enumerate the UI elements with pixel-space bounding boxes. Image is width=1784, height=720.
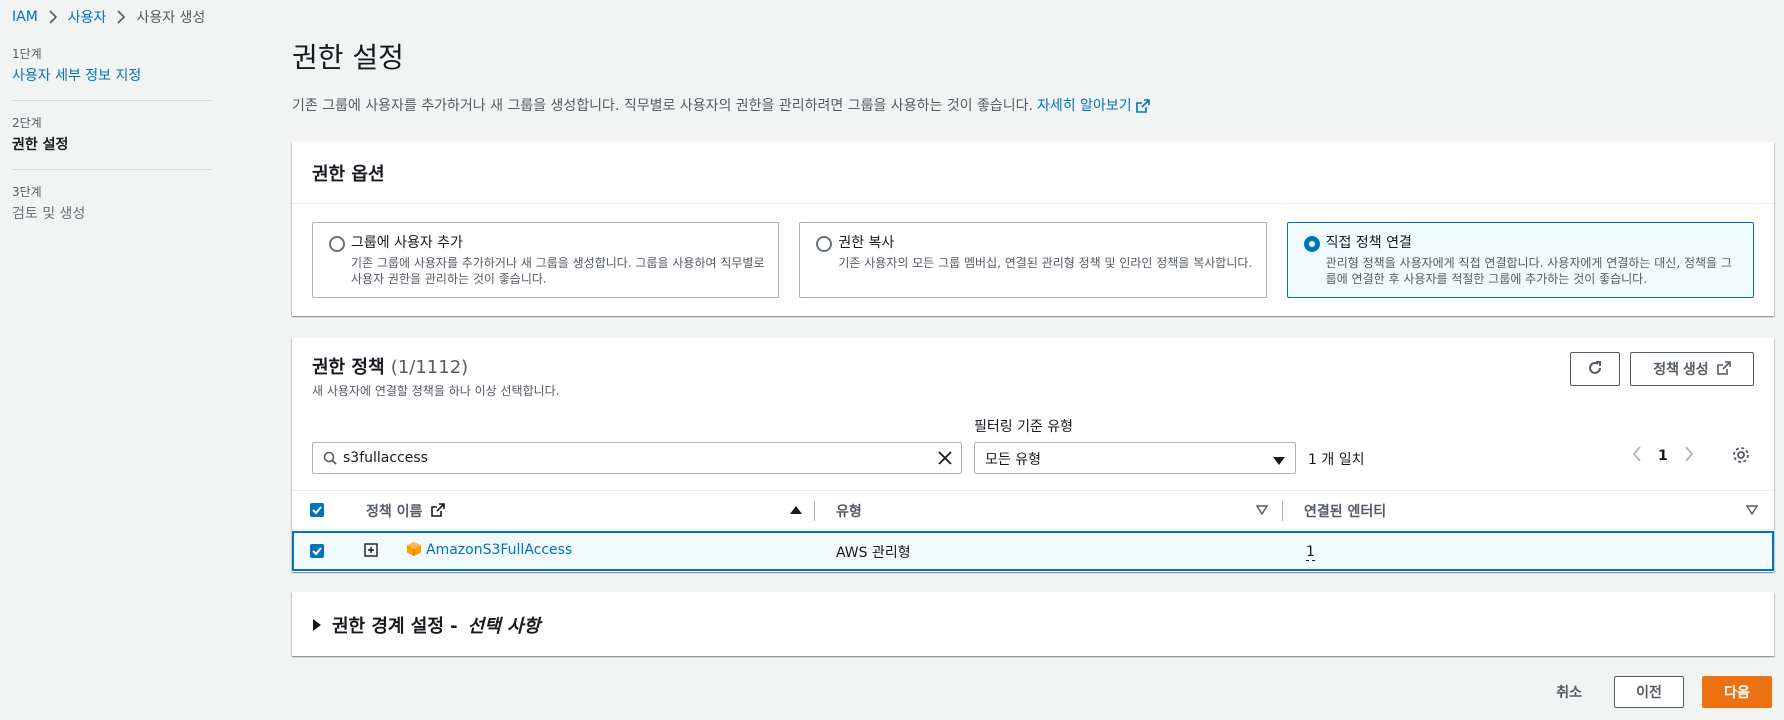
external-link-icon <box>1716 360 1731 378</box>
select-all-checkbox[interactable] <box>310 503 324 517</box>
previous-page-icon[interactable] <box>1632 446 1642 466</box>
filter-type-select[interactable]: 모든 유형 <box>974 442 1296 474</box>
page-title: 권한 설정 <box>292 41 404 74</box>
step-number: 2단계 <box>12 116 42 130</box>
search-icon <box>323 451 337 469</box>
table-row[interactable]: AmazonS3FullAccess AWS 관리형 1 <box>292 531 1774 571</box>
permission-options-panel: 권한 옵션 그룹에 사용자 추가 기존 그룹에 사용자를 추가하거나 새 그룹을… <box>292 142 1774 316</box>
aws-managed-policy-icon <box>406 541 422 561</box>
create-policy-label: 정책 생성 <box>1653 361 1709 377</box>
page-header: 권한 설정 기존 그룹에 사용자를 추가하거나 새 그룹을 생성합니다. 직무별… <box>292 40 1774 116</box>
refresh-icon <box>1587 360 1603 379</box>
column-header-type[interactable]: 유형 <box>836 501 862 521</box>
caret-down-icon <box>1273 454 1285 470</box>
breadcrumb-iam[interactable]: IAM <box>12 9 38 25</box>
step-number: 3단계 <box>12 185 42 199</box>
chevron-right-icon <box>38 7 68 27</box>
option-add-to-group[interactable]: 그룹에 사용자 추가 기존 그룹에 사용자를 추가하거나 새 그룹을 생성합니다… <box>312 222 780 298</box>
sort-ascending-icon[interactable] <box>790 503 802 519</box>
breadcrumb: IAM 사용자 사용자 생성 <box>12 6 205 28</box>
column-divider[interactable] <box>1282 501 1283 521</box>
current-page-number[interactable]: 1 <box>1658 448 1668 464</box>
external-link-icon <box>1135 99 1150 113</box>
sort-icon[interactable] <box>1255 503 1269 519</box>
boundary-title: 권한 경계 설정 - <box>332 616 458 637</box>
previous-button[interactable]: 이전 <box>1614 676 1684 708</box>
external-link-icon <box>431 503 446 521</box>
policy-search <box>312 442 962 474</box>
breadcrumb-users[interactable]: 사용자 <box>68 7 107 27</box>
option-title: 그룹에 사용자 추가 <box>351 235 463 251</box>
step-number: 1단계 <box>12 47 42 61</box>
chevron-right-icon <box>106 7 136 27</box>
wizard-footer: 취소 이전 다음 <box>1542 676 1772 708</box>
step-label-permissions: 권한 설정 <box>12 137 69 153</box>
radio-button[interactable] <box>816 236 833 252</box>
permission-option-tiles: 그룹에 사용자 추가 기존 그룹에 사용자를 추가하거나 새 그룹을 생성합니다… <box>312 222 1754 298</box>
option-description: 기존 사용자의 모든 그룹 멤버십, 연결된 관리형 정책 및 인라인 정책을 … <box>838 256 1253 270</box>
step-1: 1단계 사용자 세부 정보 지정 <box>12 46 212 101</box>
attached-entities-count[interactable]: 1 <box>1306 544 1315 561</box>
column-divider[interactable] <box>814 501 815 521</box>
settings-gear-icon[interactable] <box>1732 446 1750 468</box>
sort-icon[interactable] <box>1745 503 1759 519</box>
policies-subtitle: 새 사용자에 연결할 정책을 하나 이상 선택합니다. <box>312 384 560 398</box>
filter-type-label: 필터링 기준 유형 <box>974 419 1074 435</box>
page-description-text: 기존 그룹에 사용자를 추가하거나 새 그룹을 생성합니다. 직무별로 사용자의… <box>292 98 1033 114</box>
radio-button[interactable] <box>329 236 345 252</box>
step-3: 3단계 검토 및 생성 <box>12 184 212 238</box>
permission-options-header: 권한 옵션 <box>292 142 1774 204</box>
boundary-optional: 선택 사항 <box>467 616 541 637</box>
wizard-steps: 1단계 사용자 세부 정보 지정 2단계 권한 설정 3단계 검토 및 생성 <box>12 46 212 252</box>
policies-title-text: 권한 정책 <box>312 357 385 378</box>
option-attach-policies-directly[interactable]: 직접 정책 연결 관리형 정책을 사용자에게 직접 연결합니다. 사용자에게 연… <box>1286 222 1754 298</box>
policies-table-header: 정책 이름 유형 연결된 엔터티 <box>292 490 1774 530</box>
row-checkbox[interactable] <box>310 544 324 558</box>
policy-name-link[interactable]: AmazonS3FullAccess <box>426 542 572 558</box>
option-copy-permissions[interactable]: 권한 복사 기존 사용자의 모든 그룹 멤버십, 연결된 관리형 정책 및 인라… <box>799 222 1267 298</box>
option-description: 기존 그룹에 사용자를 추가하거나 새 그룹을 생성합니다. 그룹을 사용하여 … <box>351 256 765 286</box>
next-button[interactable]: 다음 <box>1702 676 1772 708</box>
learn-more-link[interactable]: 자세히 알아보기 <box>1037 96 1150 116</box>
permission-policies-panel: 권한 정책 (1/1112) 새 사용자에 연결할 정책을 하나 이상 선택합니… <box>292 338 1774 572</box>
cancel-button[interactable]: 취소 <box>1542 676 1596 708</box>
policies-count: (1/1112) <box>390 357 469 378</box>
column-header-attached-entities[interactable]: 연결된 엔터티 <box>1304 501 1386 521</box>
permissions-boundary-panel: 권한 경계 설정 - 선택 사항 <box>292 592 1774 656</box>
permissions-boundary-toggle[interactable]: 권한 경계 설정 - 선택 사항 <box>312 612 540 638</box>
step-2: 2단계 권한 설정 <box>12 115 212 170</box>
option-title: 권한 복사 <box>838 235 895 251</box>
option-description: 관리형 정책을 사용자에게 직접 연결합니다. 사용자에게 연결하는 대신, 정… <box>1325 256 1732 286</box>
radio-button-selected[interactable] <box>1303 236 1320 252</box>
column-header-policy-name[interactable]: 정책 이름 <box>366 501 446 521</box>
option-title: 직접 정책 연결 <box>1325 235 1412 251</box>
pagination: 1 <box>1632 446 1694 466</box>
page-description: 기존 그룹에 사용자를 추가하거나 새 그룹을 생성합니다. 직무별로 사용자의… <box>292 96 1774 116</box>
filter-type-value: 모든 유형 <box>985 452 1041 468</box>
breadcrumb-current: 사용자 생성 <box>136 10 206 26</box>
policy-search-input[interactable] <box>343 447 923 469</box>
step-label-review: 검토 및 생성 <box>12 206 86 222</box>
create-policy-button[interactable]: 정책 생성 <box>1630 352 1754 386</box>
learn-more-label: 자세히 알아보기 <box>1036 98 1132 114</box>
column-label: 정책 이름 <box>366 504 423 520</box>
expand-row-icon[interactable] <box>364 543 378 561</box>
clear-search-icon[interactable] <box>937 450 953 470</box>
match-count: 1 개 일치 <box>1308 452 1365 468</box>
refresh-button[interactable] <box>1570 352 1620 386</box>
step-link-user-details[interactable]: 사용자 세부 정보 지정 <box>12 68 141 84</box>
next-page-icon[interactable] <box>1684 446 1694 466</box>
caret-right-icon <box>312 615 322 636</box>
policies-title: 권한 정책 (1/1112) <box>312 356 468 380</box>
policy-type: AWS 관리형 <box>836 545 911 561</box>
